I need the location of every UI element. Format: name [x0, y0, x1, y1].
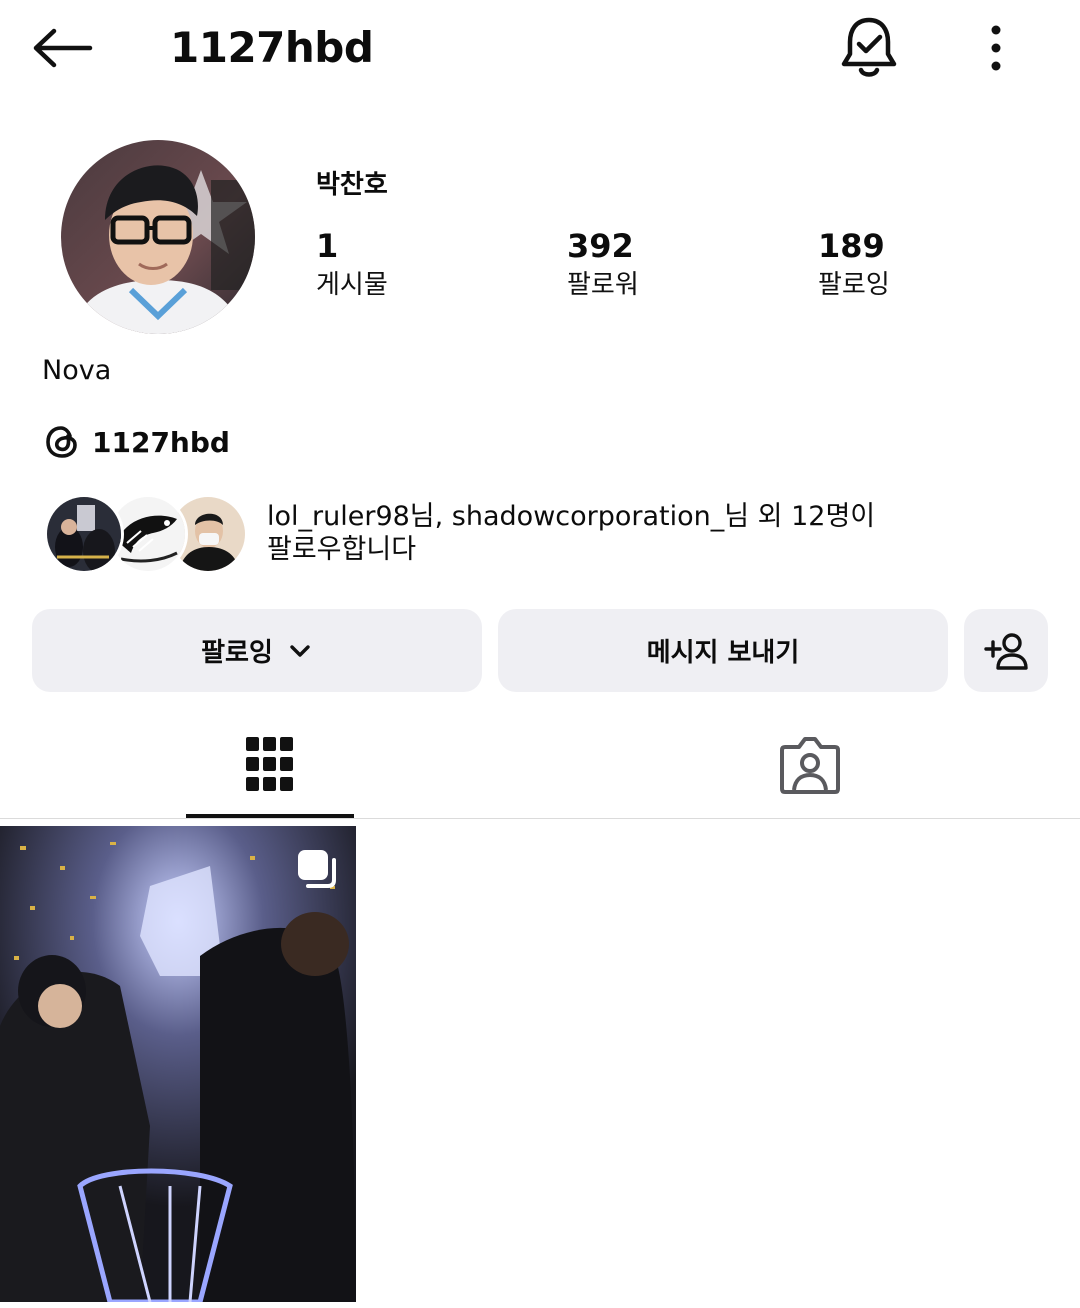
bell-check-icon: [841, 17, 897, 77]
message-button[interactable]: 메시지 보내기: [498, 609, 948, 692]
mutual-followers-line2: 팔로우합니다: [267, 534, 417, 565]
mutual-followers-line1: lol_ruler98님, shadowcorporation_님 외 12명이: [267, 501, 876, 532]
tab-divider: [0, 818, 1080, 819]
stat-following[interactable]: 189 팔로잉: [818, 226, 890, 302]
stat-followers-count: 392: [567, 227, 634, 265]
back-button[interactable]: [30, 22, 96, 74]
stat-followers-label: 팔로워: [567, 270, 639, 300]
profile-username-title: 1127hbd: [170, 23, 374, 72]
mutual-avatar-1: [44, 494, 124, 574]
mutual-followers[interactable]: lol_ruler98님, shadowcorporation_님 외 12명이…: [44, 494, 1044, 578]
stat-following-label: 팔로잉: [818, 270, 890, 300]
stat-posts-count: 1: [316, 227, 339, 265]
following-button-label: 팔로잉: [201, 638, 273, 668]
following-button[interactable]: 팔로잉: [32, 609, 482, 692]
chevron-down-icon: [290, 644, 310, 657]
notifications-button[interactable]: [838, 14, 900, 80]
grid-icon: [246, 737, 293, 791]
add-person-icon: [984, 632, 1028, 670]
threads-handle: 1127hbd: [92, 425, 230, 459]
more-vertical-icon: [991, 25, 1001, 71]
profile-avatar[interactable]: [61, 140, 255, 334]
stat-following-count: 189: [818, 227, 885, 265]
multiple-images-icon: [298, 850, 336, 888]
stat-posts-label: 게시물: [316, 270, 388, 300]
mutual-followers-text: lol_ruler98님, shadowcorporation_님 외 12명이…: [267, 500, 1027, 566]
tab-posts[interactable]: [186, 710, 354, 820]
tab-tagged[interactable]: [726, 710, 894, 820]
suggest-people-button[interactable]: [964, 609, 1048, 692]
threads-link[interactable]: 1127hbd: [42, 420, 230, 464]
top-bar: 1127hbd: [0, 0, 1080, 96]
tagged-person-icon: [780, 737, 840, 794]
post-thumbnail[interactable]: [0, 826, 356, 1302]
threads-icon: [46, 426, 77, 458]
message-button-label: 메시지 보내기: [646, 638, 800, 668]
more-options-button[interactable]: [978, 22, 1014, 74]
arrow-left-icon: [33, 28, 93, 68]
display-name: 박찬호: [316, 170, 388, 200]
stat-posts[interactable]: 1 게시물: [316, 226, 388, 302]
post-image: [0, 826, 356, 1302]
stat-followers[interactable]: 392 팔로워: [567, 226, 639, 302]
bio-name: Nova: [42, 355, 112, 386]
